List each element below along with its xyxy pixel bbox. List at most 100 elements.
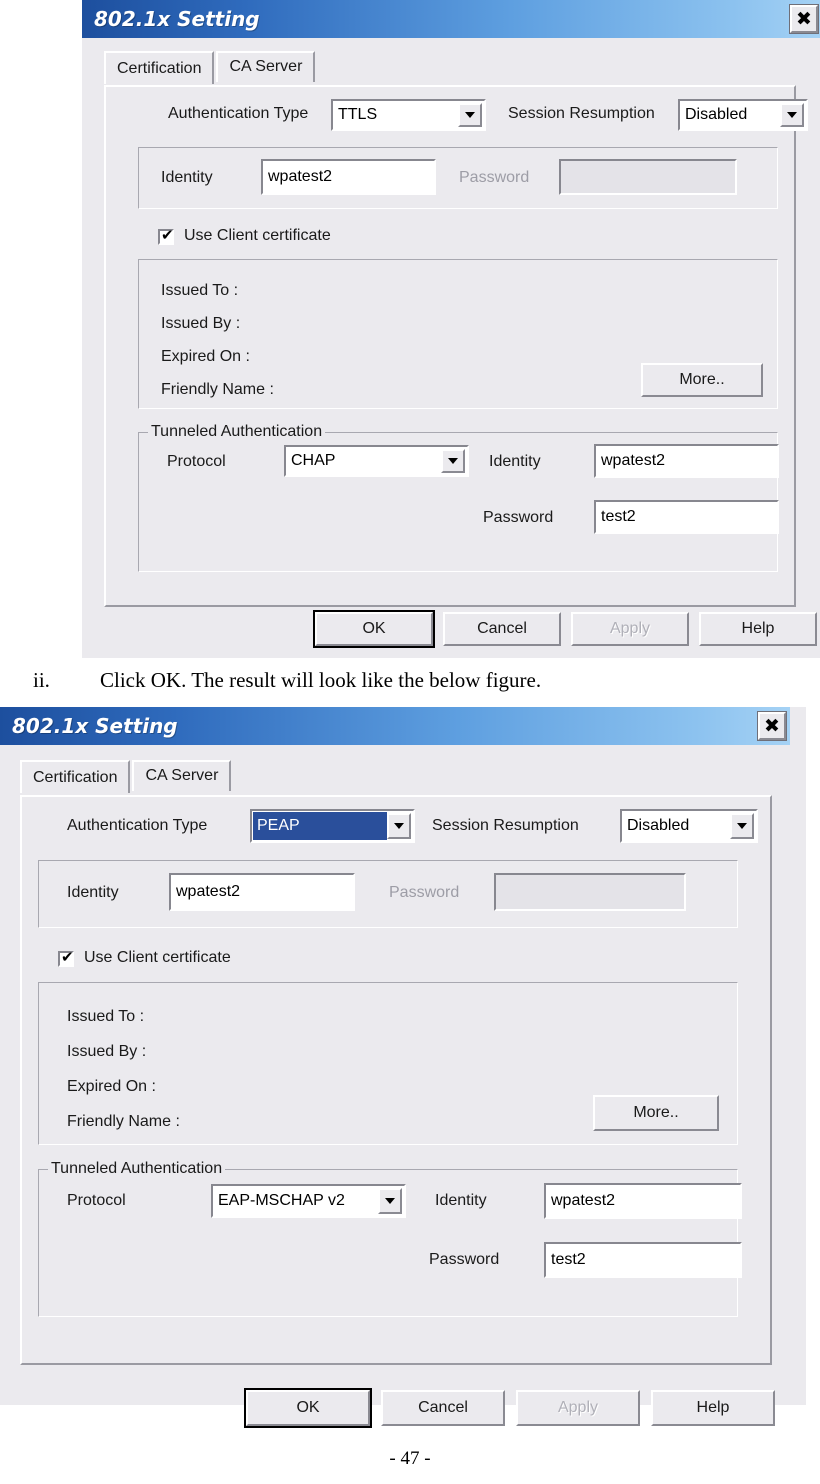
chevron-down-icon[interactable] [730,813,754,839]
identity-value: wpatest2 [176,883,241,900]
use-client-certificate-label: Use Client certificate [184,227,331,244]
close-glyph: ✖ [796,7,812,30]
title-bar: 802.1x Setting ✖ [82,0,820,38]
tunneled-password-input[interactable]: test2 [594,500,779,534]
tunneled-identity-label: Identity [489,453,541,470]
certificate-info-panel: Issued To : Issued By : Expired On : Fri… [138,259,778,409]
authentication-type-value: PEAP [253,812,387,840]
tunneled-protocol-combobox[interactable]: EAP-MSCHAP v2 [211,1184,406,1218]
expired-on-label: Expired On : [161,348,250,365]
tunneled-password-label: Password [429,1251,500,1268]
session-resumption-label: Session Resumption [432,817,579,834]
use-client-certificate-label: Use Client certificate [84,949,231,966]
close-icon[interactable]: ✖ [758,712,786,740]
ok-button[interactable]: OK [246,1390,370,1426]
authentication-type-combobox[interactable]: PEAP [250,809,415,843]
identity-password-panel: Identity wpatest2 Password [138,147,778,209]
apply-button-label: Apply [557,1399,599,1416]
tunneled-password-input[interactable]: test2 [544,1242,742,1278]
tab-ca-server-label: CA Server [229,58,303,75]
session-resumption-combobox[interactable]: Disabled [678,99,808,131]
tunneled-protocol-value: EAP-MSCHAP v2 [218,1192,345,1209]
help-button[interactable]: Help [699,612,817,646]
ok-button-label: OK [296,1399,320,1416]
tunneled-authentication-label: Tunneled Authentication [148,423,326,441]
dialog-body: Certification CA Server Authentication T… [0,745,806,1426]
tunneled-identity-value: wpatest2 [601,452,666,469]
help-button-label: Help [741,620,775,637]
password-input[interactable] [494,873,686,911]
dialog-body: Certification CA Server Authentication T… [82,38,820,658]
chevron-down-icon[interactable] [780,103,804,127]
chevron-down-icon[interactable] [378,1188,402,1214]
caption-marker: ii. [33,668,50,692]
session-resumption-label: Session Resumption [508,105,655,122]
tab-certification[interactable]: Certification [20,760,131,793]
tunneled-protocol-label: Protocol [67,1192,126,1209]
tab-ca-server[interactable]: CA Server [216,51,316,82]
tab-strip: Certification CA Server [104,51,316,84]
check-icon: ✔ [61,948,74,966]
tab-certification-label: Certification [33,769,118,786]
identity-input[interactable]: wpatest2 [169,873,355,911]
tab-certification-label: Certification [117,60,202,77]
authentication-type-label: Authentication Type [67,817,208,834]
identity-value: wpatest2 [268,168,333,185]
password-input[interactable] [559,159,737,195]
apply-button: Apply [571,612,689,646]
ok-button[interactable]: OK [315,612,433,646]
tunneled-password-value: test2 [601,508,636,525]
authentication-type-combobox[interactable]: TTLS [331,99,486,131]
identity-label: Identity [67,884,119,901]
tab-panel-certification: Authentication Type TTLS Session Resumpt… [104,85,808,607]
tab-ca-server[interactable]: CA Server [132,760,232,791]
tunneled-identity-label: Identity [435,1192,487,1209]
authentication-type-label: Authentication Type [168,105,309,122]
tunneled-protocol-value: CHAP [291,452,336,469]
title-bar: 802.1x Setting ✖ [0,707,790,745]
tunneled-protocol-combobox[interactable]: CHAP [284,445,469,477]
tab-certification[interactable]: Certification [104,51,215,84]
chevron-down-icon[interactable] [387,813,411,839]
check-icon: ✔ [161,226,174,244]
help-button[interactable]: Help [651,1390,775,1426]
use-client-certificate-checkbox[interactable]: ✔ [158,226,174,245]
issued-to-label: Issued To : [161,282,239,299]
use-client-certificate-checkbox[interactable]: ✔ [58,948,74,967]
tab-ca-server-label: CA Server [145,767,219,784]
chevron-down-icon[interactable] [441,449,465,473]
window-title: 802.1x Setting [12,714,178,738]
page-number: - 47 - [389,1448,431,1469]
apply-button: Apply [516,1390,640,1426]
cancel-button-label: Cancel [418,1399,468,1416]
friendly-name-label: Friendly Name : [161,381,274,398]
tunneled-password-value: test2 [551,1251,586,1268]
session-resumption-combobox[interactable]: Disabled [620,809,758,843]
tunneled-identity-value: wpatest2 [551,1192,616,1209]
session-resumption-value: Disabled [627,817,690,834]
password-label: Password [459,169,530,186]
issued-to-label: Issued To : [67,1008,145,1025]
more-button[interactable]: More.. [593,1095,719,1131]
password-label: Password [389,884,460,901]
cancel-button[interactable]: Cancel [381,1390,505,1426]
issued-by-label: Issued By : [161,315,241,332]
identity-password-panel: Identity wpatest2 Password [38,860,738,928]
more-button-label: More.. [679,371,725,388]
tunneled-authentication-label: Tunneled Authentication [48,1160,226,1178]
tunneled-identity-input[interactable]: wpatest2 [544,1183,742,1219]
tunneled-protocol-label: Protocol [167,453,226,470]
identity-input[interactable]: wpatest2 [261,159,436,195]
issued-by-label: Issued By : [67,1043,147,1060]
tab-strip: Certification CA Server [20,760,232,793]
cancel-button[interactable]: Cancel [443,612,561,646]
close-icon[interactable]: ✖ [790,5,818,33]
more-button[interactable]: More.. [641,363,763,397]
expired-on-label: Expired On : [67,1078,156,1095]
chevron-down-icon[interactable] [458,103,482,127]
dialog-802-1x-setting-top: 802.1x Setting ✖ Certification CA Server… [82,0,820,658]
tunneled-identity-input[interactable]: wpatest2 [594,444,779,478]
friendly-name-label: Friendly Name : [67,1113,180,1130]
identity-label: Identity [161,169,213,186]
tab-panel-certification: Authentication Type PEAP Session Resumpt… [20,795,772,1365]
